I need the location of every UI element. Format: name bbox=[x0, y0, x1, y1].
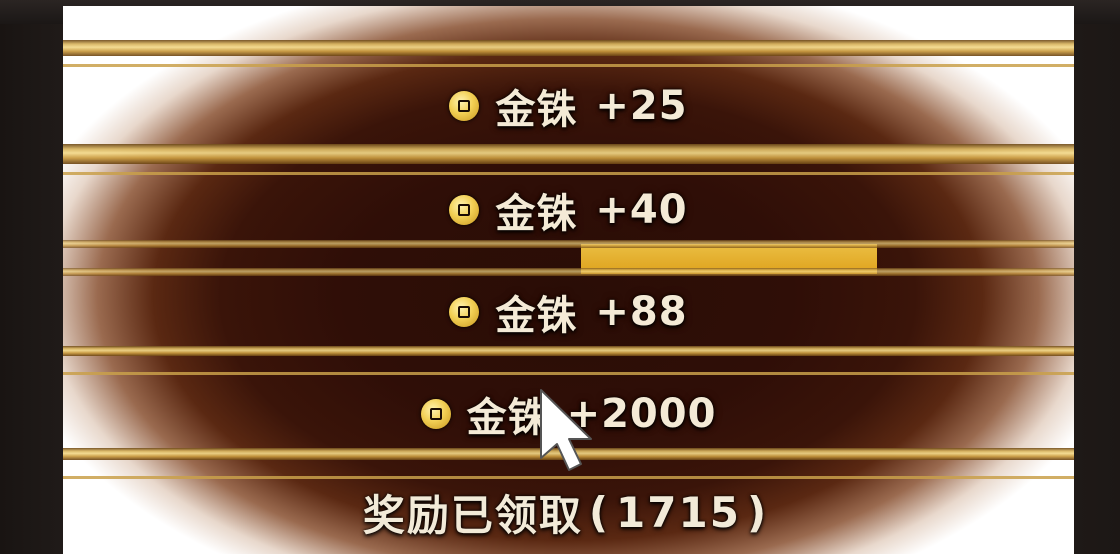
reward-label: 金铢 bbox=[495, 87, 578, 133]
claimed-count: 1715 bbox=[616, 487, 741, 537]
gold-rail bbox=[63, 240, 1074, 248]
gold-rail bbox=[63, 346, 1074, 356]
reward-panel-frame: 金铢 +25 金铢 +40 金铢 +88 金铢 +2000 奖励已领取 (17… bbox=[63, 6, 1074, 554]
mouse-cursor-icon bbox=[540, 389, 592, 471]
reward-row: 金铢 +40 bbox=[63, 180, 1074, 240]
gold-coin-icon bbox=[449, 195, 480, 225]
gold-rail bbox=[63, 268, 1074, 276]
reward-claimed-status: 奖励已领取 ( 1715 ) bbox=[63, 482, 1074, 542]
gold-rail-thin bbox=[63, 172, 1074, 175]
gold-rail-thin bbox=[63, 64, 1074, 67]
gold-rail-thin bbox=[63, 476, 1074, 479]
reward-label: 金铢 bbox=[495, 191, 578, 237]
game-screen: 金铢 +25 金铢 +40 金铢 +88 金铢 +2000 奖励已领取 (17… bbox=[0, 0, 1120, 554]
paren-close: ) bbox=[746, 487, 769, 537]
gold-rail-thin bbox=[63, 372, 1074, 375]
gold-rail bbox=[63, 40, 1074, 56]
reward-label: 金铢 bbox=[495, 293, 578, 339]
gold-rail bbox=[63, 144, 1074, 164]
reward-amount: +88 bbox=[595, 289, 688, 335]
paren-open: ( bbox=[588, 487, 611, 537]
gold-coin-icon bbox=[449, 297, 480, 327]
reward-amount: +25 bbox=[595, 83, 688, 129]
gold-coin-icon bbox=[449, 91, 480, 121]
reward-row: 金铢 +25 bbox=[63, 76, 1074, 136]
reward-row: 金铢 +88 bbox=[63, 282, 1074, 342]
reward-claimed-text: 奖励已领取 bbox=[362, 490, 583, 540]
gold-coin-icon bbox=[420, 399, 451, 429]
reward-amount: +40 bbox=[595, 187, 688, 233]
